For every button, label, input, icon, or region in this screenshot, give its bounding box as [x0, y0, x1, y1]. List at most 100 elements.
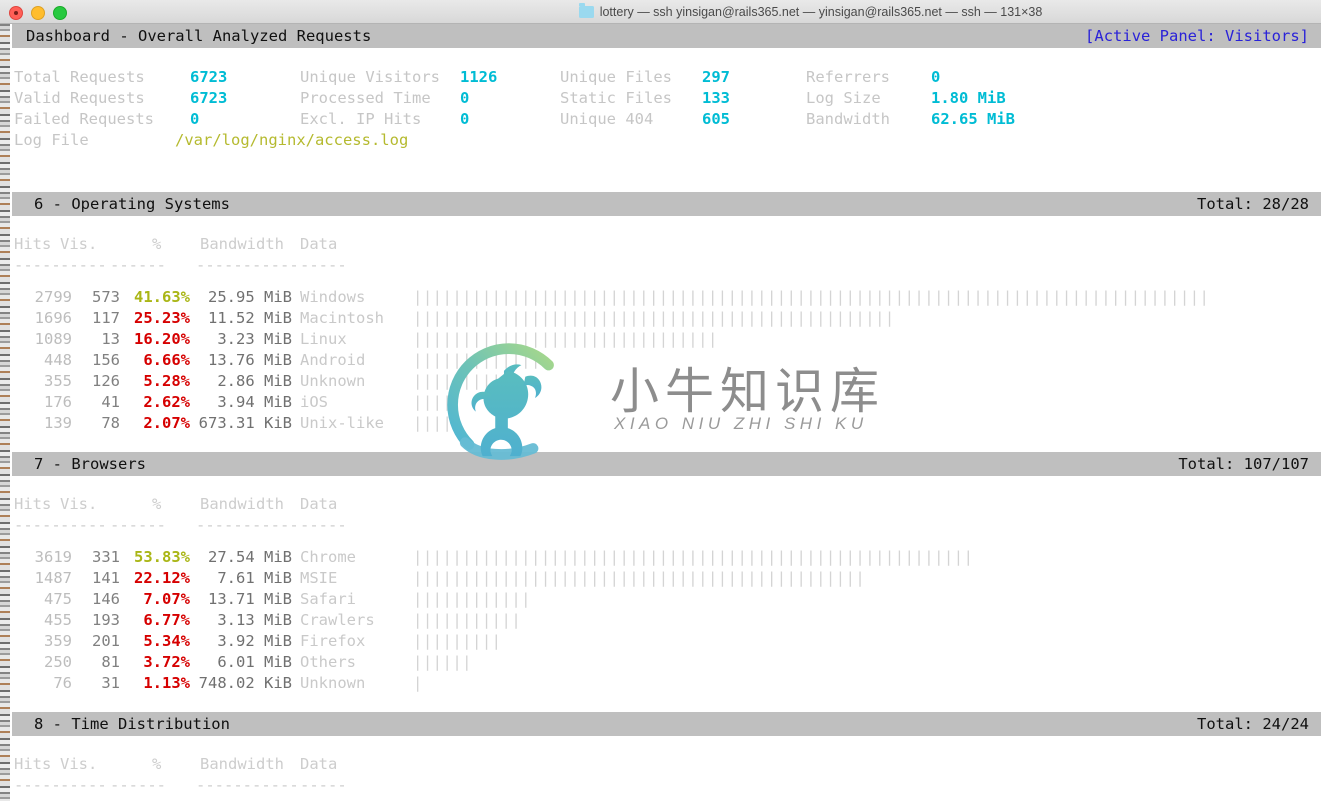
separator-bandwidth: -----------	[196, 776, 299, 794]
row-bandwidth: 25.95 MiB	[208, 288, 292, 306]
row-item-name: Chrome	[300, 548, 356, 566]
row-item-name: Crawlers	[300, 611, 375, 629]
table-row: 455 193 6.77% 3.13 MiB Crawlers |||||||||||	[0, 610, 1321, 631]
log-file-value: /var/log/nginx/access.log	[175, 131, 409, 149]
row-bandwidth: 2.86 MiB	[217, 372, 292, 390]
column-header-hits: Hits	[14, 495, 52, 513]
background-window-sliver	[0, 24, 10, 801]
column-header-data: Data	[300, 495, 338, 513]
row-visitors: 41	[101, 393, 120, 411]
table-row: 1089 13 16.20% 3.23 MiB Linux |||||||||||||||…	[0, 329, 1321, 350]
row-visitors: 13	[101, 330, 120, 348]
column-header-visitors: Vis.	[60, 495, 98, 513]
row-item-name: Safari	[300, 590, 356, 608]
row-percent: 41.63%	[134, 288, 190, 306]
stat-label-unique-404: Unique 404	[560, 110, 654, 128]
row-bandwidth: 27.54 MiB	[208, 548, 292, 566]
separator-hits: -----	[14, 776, 61, 794]
row-visitors: 156	[92, 351, 120, 369]
row-percent: 5.28%	[143, 372, 190, 390]
row-percent: 7.07%	[143, 590, 190, 608]
row-visitors: 193	[92, 611, 120, 629]
separator-bandwidth: -----------	[196, 256, 299, 274]
stat-label-processed-time: Processed Time	[300, 89, 431, 107]
separator-data: -----	[300, 516, 347, 534]
window-title: lottery — ssh yinsigan@rails365.net — yi…	[0, 0, 1321, 24]
row-bandwidth: 13.71 MiB	[208, 590, 292, 608]
row-hits: 176	[44, 393, 72, 411]
stat-label-static-files: Static Files	[560, 89, 672, 107]
row-item-name: Firefox	[300, 632, 366, 650]
row-hits: 359	[44, 632, 72, 650]
row-item-name: Macintosh	[300, 309, 384, 327]
dashboard-title: Dashboard - Overall Analyzed Requests	[26, 27, 372, 45]
stat-value-valid-requests: 6723	[190, 89, 228, 107]
column-header-data: Data	[300, 235, 338, 253]
column-header-bandwidth: Bandwidth	[200, 495, 284, 513]
row-percent: 3.72%	[143, 653, 190, 671]
row-hits: 1089	[34, 330, 72, 348]
stat-value-total-requests: 6723	[190, 68, 228, 86]
row-percent: 6.66%	[143, 351, 190, 369]
terminal-left-edge	[10, 24, 12, 801]
separator-hits: -----	[14, 256, 61, 274]
stat-value-bandwidth: 62.65 MiB	[931, 110, 1015, 128]
row-bar-chart: ||||||||||	[413, 372, 512, 390]
column-header-data: Data	[300, 755, 338, 773]
row-bar-chart: ||||||||||||||||||||||||||||||||||||||||…	[413, 569, 866, 587]
table-row: 176 41 2.62% 3.94 MiB iOS |||||	[0, 392, 1321, 413]
separator-bandwidth: -----------	[196, 516, 299, 534]
stat-value-excl-ip-hits: 0	[460, 110, 470, 128]
active-panel-indicator: [Active Panel: Visitors]	[1085, 27, 1309, 45]
table-row: 76 31 1.13% 748.02 KiB Unknown |	[0, 673, 1321, 694]
row-visitors: 81	[101, 653, 120, 671]
row-visitors: 126	[92, 372, 120, 390]
row-item-name: Windows	[300, 288, 366, 306]
row-hits: 2799	[34, 288, 72, 306]
separator-hits: -----	[14, 516, 61, 534]
separator-data: -----	[300, 776, 347, 794]
table-row: 359 201 5.34% 3.92 MiB Firefox |||||||||	[0, 631, 1321, 652]
stat-label-unique-files: Unique Files	[560, 68, 672, 86]
column-header-hits: Hits	[14, 235, 52, 253]
stat-label-bandwidth: Bandwidth	[806, 110, 890, 128]
column-header-hits: Hits	[14, 755, 52, 773]
log-file-label: Log File	[14, 131, 89, 149]
row-percent: 5.34%	[143, 632, 190, 650]
panel-heading-operating-systems: 6 - Operating Systems Total: 28/28	[12, 192, 1321, 216]
row-bar-chart: |||||||||||||	[413, 351, 541, 369]
row-item-name: Linux	[300, 330, 347, 348]
stat-value-processed-time: 0	[460, 89, 470, 107]
row-bar-chart: ||||||||||||||||||||||||||||||||||||||||…	[413, 309, 895, 327]
folder-icon	[578, 3, 594, 18]
row-visitors: 201	[92, 632, 120, 650]
row-hits: 3619	[34, 548, 72, 566]
row-item-name: Unix-like	[300, 414, 384, 432]
row-hits: 355	[44, 372, 72, 390]
row-bar-chart: ||||||||||||||||||||||||||||||||||||||||…	[413, 548, 974, 566]
window-title-label: lottery — ssh yinsigan@rails365.net — yi…	[599, 5, 1043, 19]
terminal-content: Dashboard - Overall Analyzed Requests [Ac…	[0, 24, 1321, 801]
column-headers-browsers: Hits Vis.% Bandwidth Data	[0, 494, 1321, 515]
row-percent: 6.77%	[143, 611, 190, 629]
column-header-percent: %	[152, 495, 162, 513]
row-visitors: 146	[92, 590, 120, 608]
row-percent: 2.62%	[143, 393, 190, 411]
stat-label-log-size: Log Size	[806, 89, 881, 107]
row-item-name: MSIE	[300, 569, 338, 587]
table-row: 250 81 3.72% 6.01 MiB Others ||||||	[0, 652, 1321, 673]
row-hits: 448	[44, 351, 72, 369]
stat-value-unique-404: 605	[702, 110, 730, 128]
stat-label-failed-requests: Failed Requests	[14, 110, 154, 128]
row-item-name: Unknown	[300, 674, 366, 692]
row-percent: 53.83%	[134, 548, 190, 566]
panel-heading-time-distribution: 8 - Time Distribution Total: 24/24	[12, 712, 1321, 736]
table-row: 1696 117 25.23% 11.52 MiB Macintosh |||||||||…	[0, 308, 1321, 329]
log-file-row: Log File/var/log/nginx/access.log	[0, 130, 1321, 151]
row-item-name: Others	[300, 653, 356, 671]
row-percent: 22.12%	[134, 569, 190, 587]
table-row: 1487 141 22.12% 7.61 MiB MSIE |||||||||||||||…	[0, 568, 1321, 589]
row-bar-chart: ||||||||||||	[413, 590, 531, 608]
row-hits: 1487	[34, 569, 72, 587]
row-hits: 250	[44, 653, 72, 671]
